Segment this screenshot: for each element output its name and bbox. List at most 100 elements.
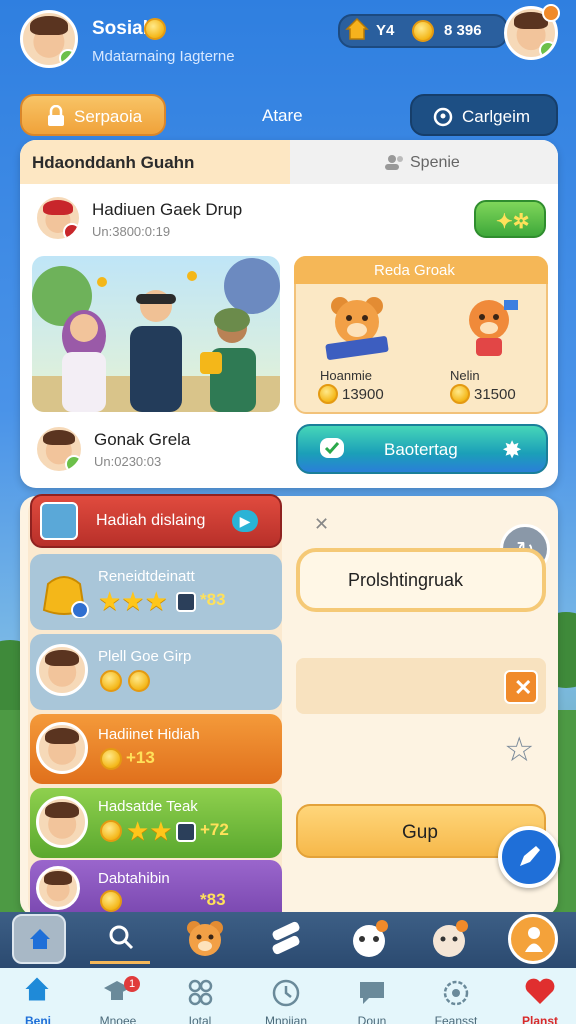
tab-label: Doun xyxy=(357,1014,387,1024)
user-subtitle: Mdatarnaing Iagterne xyxy=(92,48,235,65)
list-item-title: Hadsatde Teak xyxy=(98,798,198,815)
location-icon xyxy=(432,106,454,128)
arrow-right-icon[interactable]: ▶ xyxy=(232,510,258,532)
list-item-value: +13 xyxy=(126,748,155,767)
tab-beni[interactable]: Beni xyxy=(6,972,70,1024)
coin-icon xyxy=(100,890,122,912)
splash-icon: ✸ xyxy=(502,437,523,464)
tab-mnoee[interactable]: 1 Mnoee xyxy=(86,972,150,1024)
people-icon xyxy=(384,153,406,171)
person-icon xyxy=(523,925,545,953)
list-item-title: Dabtahibin xyxy=(98,870,170,887)
gold-bag-icon xyxy=(38,566,90,618)
star-icon: ★★★ xyxy=(98,586,168,616)
tab-label: Mnpiian xyxy=(264,1014,308,1024)
group-avatar[interactable] xyxy=(34,194,82,242)
list-item-avatar xyxy=(36,866,80,910)
baotertag-button[interactable]: Baotertag ✸ xyxy=(296,424,548,474)
username-coin-icon xyxy=(144,18,166,40)
reward-item-label: Hoanmie xyxy=(320,368,373,383)
tab-iotal[interactable]: Iotal xyxy=(168,972,232,1024)
profile-avatar[interactable] xyxy=(20,10,78,68)
tab-doun[interactable]: Doun xyxy=(340,972,404,1024)
bear-reward-icon xyxy=(322,290,392,360)
home-icon xyxy=(27,926,53,952)
list-item[interactable]: Plell Goe Girp xyxy=(30,634,282,710)
stat-label: Y4 xyxy=(376,22,395,39)
section-tab-inactive[interactable]: Spenie xyxy=(290,140,558,184)
list-item[interactable]: Reneidtdeinatt ★★★ *83 xyxy=(30,554,282,630)
list-item-title: Plell Goe Girp xyxy=(98,648,192,665)
tab-serpaoia[interactable]: Serpaoia xyxy=(20,94,166,136)
edit-fab[interactable] xyxy=(498,826,560,888)
list-item[interactable]: Hadiinet Hidiah +13 xyxy=(30,714,282,784)
tab-label: Carlgeim xyxy=(462,107,531,126)
notification-badge: 1 xyxy=(124,976,140,992)
tab-feansst[interactable]: Feansst xyxy=(424,972,488,1024)
list-item[interactable]: Dabtahibin *83 xyxy=(30,860,282,916)
list-item-value: *83 xyxy=(200,890,226,909)
bear-icon[interactable] xyxy=(184,918,226,960)
tab-planst[interactable]: Planst xyxy=(508,972,572,1024)
list-item-title: Hadiinet Hidiah xyxy=(98,726,200,743)
tab-mnpiian[interactable]: Mnpiian xyxy=(254,972,318,1024)
reward-coin-icon xyxy=(450,384,470,404)
puzzle-icon[interactable] xyxy=(268,920,304,956)
star-outline-icon[interactable]: ☆ xyxy=(504,730,534,770)
search-icon xyxy=(108,924,134,950)
fox-reward-icon xyxy=(454,290,524,360)
edit-icon[interactable] xyxy=(542,4,560,22)
check-bubble-icon xyxy=(318,436,346,462)
home-icon xyxy=(344,16,370,42)
shield-icon xyxy=(176,592,196,612)
coin-count: 8 396 xyxy=(444,22,482,39)
search-field-label: Prolshtingruak xyxy=(348,570,464,590)
group-name: Hadiuen Gaek Drup xyxy=(92,200,243,219)
member-name: Gonak Grela xyxy=(94,430,191,449)
community-illustration xyxy=(32,256,280,412)
home-action-button[interactable] xyxy=(12,914,66,964)
section-tab-label: Hdaonddanh Guahn xyxy=(32,153,195,172)
tab-label: Mnoee xyxy=(99,1014,137,1024)
username: Sosial xyxy=(92,18,148,39)
list-item-title: Reneidtdeinatt xyxy=(98,568,195,585)
tab-carlgeim[interactable]: Carlgeim xyxy=(410,94,558,136)
tab-atare[interactable]: Atare xyxy=(262,106,303,126)
section-tab-active[interactable]: Hdaonddanh Guahn xyxy=(20,140,290,184)
people-icon xyxy=(185,978,215,1006)
profile-action-button[interactable] xyxy=(508,914,558,964)
list-item-avatar xyxy=(36,644,88,696)
list-item[interactable]: Hadsatde Teak ★★ +72 xyxy=(30,788,282,858)
search-action-button[interactable] xyxy=(90,916,150,964)
gear-icon xyxy=(441,978,471,1008)
reward-coin-icon xyxy=(318,384,338,404)
clock-icon xyxy=(271,978,301,1008)
panda-icon[interactable] xyxy=(348,918,390,960)
coin-icon xyxy=(100,820,122,842)
coin-icon xyxy=(412,20,434,42)
tab-label: Planst xyxy=(521,1014,558,1024)
coin-icon xyxy=(128,670,150,692)
list-item-avatar xyxy=(36,796,88,848)
list-item-value: *83 xyxy=(200,590,226,609)
reward-item-value: 13900 xyxy=(342,386,384,403)
section-tab-label: Spenie xyxy=(410,154,460,171)
add-group-button[interactable]: ✦✲ xyxy=(474,200,546,238)
heart-icon xyxy=(524,976,556,1006)
sheep-icon[interactable] xyxy=(428,918,470,960)
tab-label: Beni xyxy=(24,1014,51,1024)
reward-panel-header: Reda Groak xyxy=(294,256,548,284)
tab-label: Serpaoia xyxy=(74,107,143,126)
group-meta: Un:3800:0:19 xyxy=(92,224,171,239)
pen-icon xyxy=(516,842,544,870)
close-button[interactable]: ✕ xyxy=(504,670,538,704)
list-item-avatar xyxy=(36,722,88,774)
star-icon: ★★ xyxy=(126,816,173,846)
plus-sparkle-icon: ✦✲ xyxy=(496,211,530,233)
coin-icon xyxy=(100,748,122,770)
search-field[interactable]: Prolshtingruak xyxy=(296,548,546,612)
list-header[interactable]: Hadiah dislaing ▶ xyxy=(30,494,282,548)
list-header-label: Hadiah dislaing xyxy=(96,512,206,529)
member-avatar[interactable] xyxy=(34,424,84,474)
tab-label: Iotal xyxy=(188,1014,212,1024)
